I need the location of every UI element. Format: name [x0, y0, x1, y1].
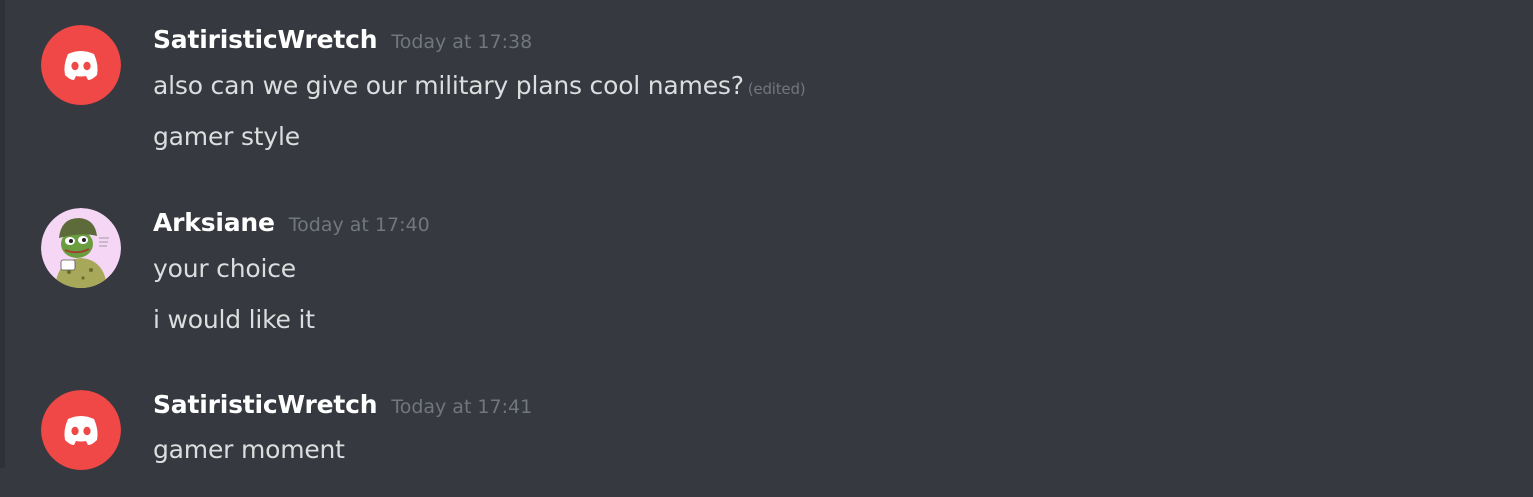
timestamp[interactable]: Today at 17:38 — [391, 31, 532, 53]
channel-left-border — [0, 0, 5, 468]
message-text: i would like it — [153, 305, 315, 334]
discord-logo-icon[interactable] — [41, 390, 121, 470]
message-text: gamer style — [153, 122, 300, 151]
message-line: also can we give our military plans cool… — [153, 71, 806, 100]
username[interactable]: SatiristicWretch — [153, 390, 378, 419]
message-text: your choice — [153, 254, 296, 283]
message-line: i would like it — [153, 305, 315, 334]
message-text: gamer moment — [153, 435, 345, 464]
message-line: gamer style — [153, 122, 300, 151]
timestamp[interactable]: Today at 17:41 — [391, 396, 532, 418]
username[interactable]: Arksiane — [153, 208, 275, 237]
discord-logo-icon[interactable] — [41, 25, 121, 105]
timestamp[interactable]: Today at 17:40 — [289, 214, 430, 236]
pepe-soldier-avatar-icon[interactable] — [41, 208, 121, 288]
message-text: also can we give our military plans cool… — [153, 71, 744, 100]
edited-label: (edited) — [747, 80, 806, 98]
username[interactable]: SatiristicWretch — [153, 25, 378, 54]
message-header: SatiristicWretch Today at 17:38 — [153, 25, 532, 59]
message-line: gamer moment — [153, 435, 345, 464]
message-header: SatiristicWretch Today at 17:41 — [153, 390, 532, 424]
message-line: your choice — [153, 254, 296, 283]
message-header: Arksiane Today at 17:40 — [153, 208, 430, 242]
